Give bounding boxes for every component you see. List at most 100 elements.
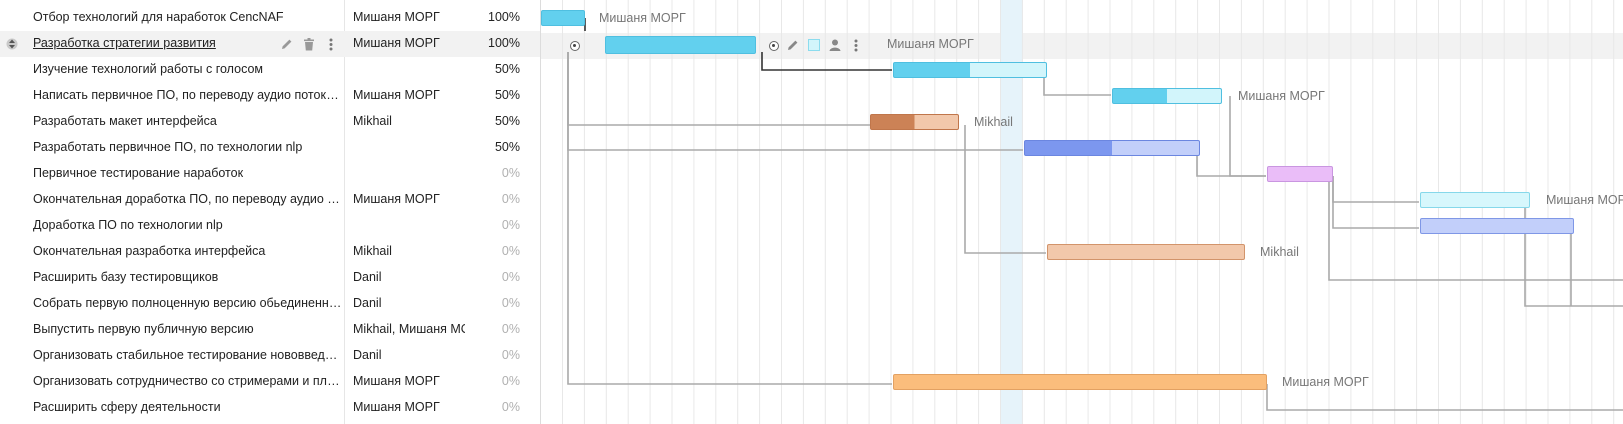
task-name[interactable]: Доработка ПО по технологии nlp xyxy=(33,218,343,232)
dependency-link xyxy=(1332,176,1419,203)
more-vertical-icon[interactable] xyxy=(847,36,865,54)
gantt-app: Отбор технологий для наработок CencNAF М… xyxy=(0,0,1623,424)
table-row[interactable]: Написать первичное ПО, по переводу аудио… xyxy=(0,83,540,109)
bar-assignee-label: Mikhail xyxy=(974,115,1013,129)
task-name[interactable]: Организовать стабильное тестирование нов… xyxy=(33,348,343,362)
table-row[interactable]: Разработать макет интерфейса Mikhail 50% xyxy=(0,109,540,135)
table-row[interactable]: Изучение технологий работы с голосом 50% xyxy=(0,57,540,83)
table-row[interactable]: Организовать стабильное тестирование нов… xyxy=(0,343,540,369)
task-progress[interactable]: 100% xyxy=(470,36,520,50)
task-name[interactable]: Окончательная разработка интерфейса xyxy=(33,244,343,258)
task-name[interactable]: Отбор технологий для наработок CencNAF xyxy=(33,10,343,24)
task-owner[interactable]: Мишаня МОРГ xyxy=(353,400,465,414)
table-row[interactable]: Расширить сферу деятельности Мишаня МОРГ… xyxy=(0,395,540,421)
task-progress[interactable]: 0% xyxy=(470,166,520,180)
task-progress[interactable]: 0% xyxy=(470,270,520,284)
task-bar-selected[interactable] xyxy=(605,36,756,54)
task-name[interactable]: Организовать сотрудничество со стримерам… xyxy=(33,374,343,388)
task-owner[interactable]: Мишаня МОРГ xyxy=(353,374,465,388)
table-row[interactable]: Организовать сотрудничество со стримерам… xyxy=(0,369,540,395)
bar-assignee-label: Mikhail xyxy=(1260,245,1299,259)
dependency-link xyxy=(1043,69,1111,96)
table-row[interactable]: Окончательная доработка ПО, по переводу … xyxy=(0,187,540,213)
table-row[interactable]: Первичное тестирование наработок 0% xyxy=(0,161,540,187)
bar-actions xyxy=(784,36,865,54)
task-name[interactable]: Разработка стратегии развития xyxy=(33,36,268,50)
task-name[interactable]: Расширить базу тестировщиков xyxy=(33,270,343,284)
task-owner[interactable]: Mikhail xyxy=(353,244,465,258)
dependency-links xyxy=(567,18,1623,411)
task-name[interactable]: Собрать первую полноценную версию обьеди… xyxy=(33,296,343,310)
task-owner[interactable]: Мишаня МОРГ xyxy=(353,36,465,50)
table-row[interactable]: Выпустить первую публичную версию Mikhai… xyxy=(0,317,540,343)
task-progress[interactable]: 0% xyxy=(470,296,520,310)
link-circle-icon[interactable] xyxy=(769,41,779,51)
task-progress[interactable]: 0% xyxy=(470,244,520,258)
task-progress[interactable]: 0% xyxy=(470,192,520,206)
task-bar[interactable] xyxy=(1024,140,1200,156)
task-progress[interactable]: 50% xyxy=(470,88,520,102)
table-row[interactable]: Окончательная разработка интерфейса Mikh… xyxy=(0,239,540,265)
task-owner[interactable]: Mikhail xyxy=(353,114,465,128)
task-progress[interactable]: 50% xyxy=(470,140,520,154)
task-bar[interactable] xyxy=(1420,218,1574,234)
task-bar[interactable] xyxy=(1112,88,1222,104)
task-name[interactable]: Окончательная доработка ПО, по переводу … xyxy=(33,192,343,206)
task-owner[interactable]: Мишаня МОРГ xyxy=(353,88,465,102)
link-circle-icon[interactable] xyxy=(570,41,580,51)
task-progress[interactable]: 0% xyxy=(470,348,520,362)
table-row[interactable]: Собрать первую полноценную версию обьеди… xyxy=(0,291,540,317)
bar-assignee-label: Мишаня МОРГ xyxy=(1282,375,1369,389)
user-icon[interactable] xyxy=(826,36,844,54)
task-name[interactable]: Первичное тестирование наработок xyxy=(33,166,343,180)
task-bar[interactable] xyxy=(1267,166,1333,182)
task-progress[interactable]: 0% xyxy=(470,374,520,388)
table-row[interactable]: Отбор технологий для наработок CencNAF М… xyxy=(0,5,540,31)
gantt-timeline: Мишаня МОРГ Мишаня МОРГ Мишаня МОРГ Mikh… xyxy=(541,0,1623,424)
task-name[interactable]: Расширить сферу деятельности xyxy=(33,400,343,414)
task-progress[interactable]: 0% xyxy=(470,322,520,336)
table-row[interactable]: Разработать первичное ПО, по технологии … xyxy=(0,135,540,161)
task-owner[interactable]: Danil xyxy=(353,296,465,310)
task-progress[interactable]: 0% xyxy=(470,218,520,232)
drag-handle-icon[interactable] xyxy=(6,36,18,52)
color-square-icon[interactable] xyxy=(805,36,823,54)
pencil-icon[interactable] xyxy=(278,36,296,52)
task-progress[interactable]: 100% xyxy=(470,10,520,24)
bar-assignee-label: Мишаня МОРГ xyxy=(887,37,974,51)
pencil-icon[interactable] xyxy=(784,36,802,54)
table-row[interactable]: Расширить базу тестировщиков Danil 0% xyxy=(0,265,540,291)
task-owner[interactable]: Мишаня МОРГ xyxy=(353,192,465,206)
task-owner[interactable]: Danil xyxy=(353,270,465,284)
task-name[interactable]: Написать первичное ПО, по переводу аудио… xyxy=(33,88,343,102)
task-owner[interactable]: Mikhail, Мишаня МОРГ xyxy=(353,322,465,336)
dependency-link xyxy=(1229,96,1266,177)
task-bar[interactable] xyxy=(1047,244,1245,260)
task-bar[interactable] xyxy=(1420,192,1530,208)
dependency-link xyxy=(1196,150,1266,177)
task-name[interactable]: Выпустить первую публичную версию xyxy=(33,322,343,336)
task-table: Отбор технологий для наработок CencNAF М… xyxy=(0,0,541,424)
table-row-selected[interactable]: Разработка стратегии развития Мишаня МОР… xyxy=(0,31,540,57)
task-name[interactable]: Разработать первичное ПО, по технологии … xyxy=(33,140,343,154)
bar-assignee-label: Мишаня МОРГ xyxy=(1238,89,1325,103)
dependency-link xyxy=(567,52,870,126)
task-progress[interactable]: 50% xyxy=(470,62,520,76)
table-row[interactable]: Доработка ПО по технологии nlp 0% xyxy=(0,213,540,239)
more-vertical-icon[interactable] xyxy=(322,36,340,52)
day-gridlines xyxy=(562,0,1615,424)
timeline-grid xyxy=(562,0,1623,424)
task-progress[interactable]: 0% xyxy=(470,400,520,414)
bar-assignee-label: Мишаня МОРГ xyxy=(1546,193,1623,207)
bar-assignee-label: Мишаня МОРГ xyxy=(599,11,686,25)
task-name[interactable]: Разработать макет интерфейса xyxy=(33,114,343,128)
task-owner[interactable]: Мишаня МОРГ xyxy=(353,10,465,24)
task-bar[interactable] xyxy=(893,62,1047,78)
task-bar[interactable] xyxy=(893,374,1267,390)
task-bar[interactable] xyxy=(541,10,585,26)
task-progress[interactable]: 50% xyxy=(470,114,520,128)
task-owner[interactable]: Danil xyxy=(353,348,465,362)
task-bar[interactable] xyxy=(870,114,959,130)
task-name[interactable]: Изучение технологий работы с голосом xyxy=(33,62,343,76)
trash-icon[interactable] xyxy=(300,36,318,52)
